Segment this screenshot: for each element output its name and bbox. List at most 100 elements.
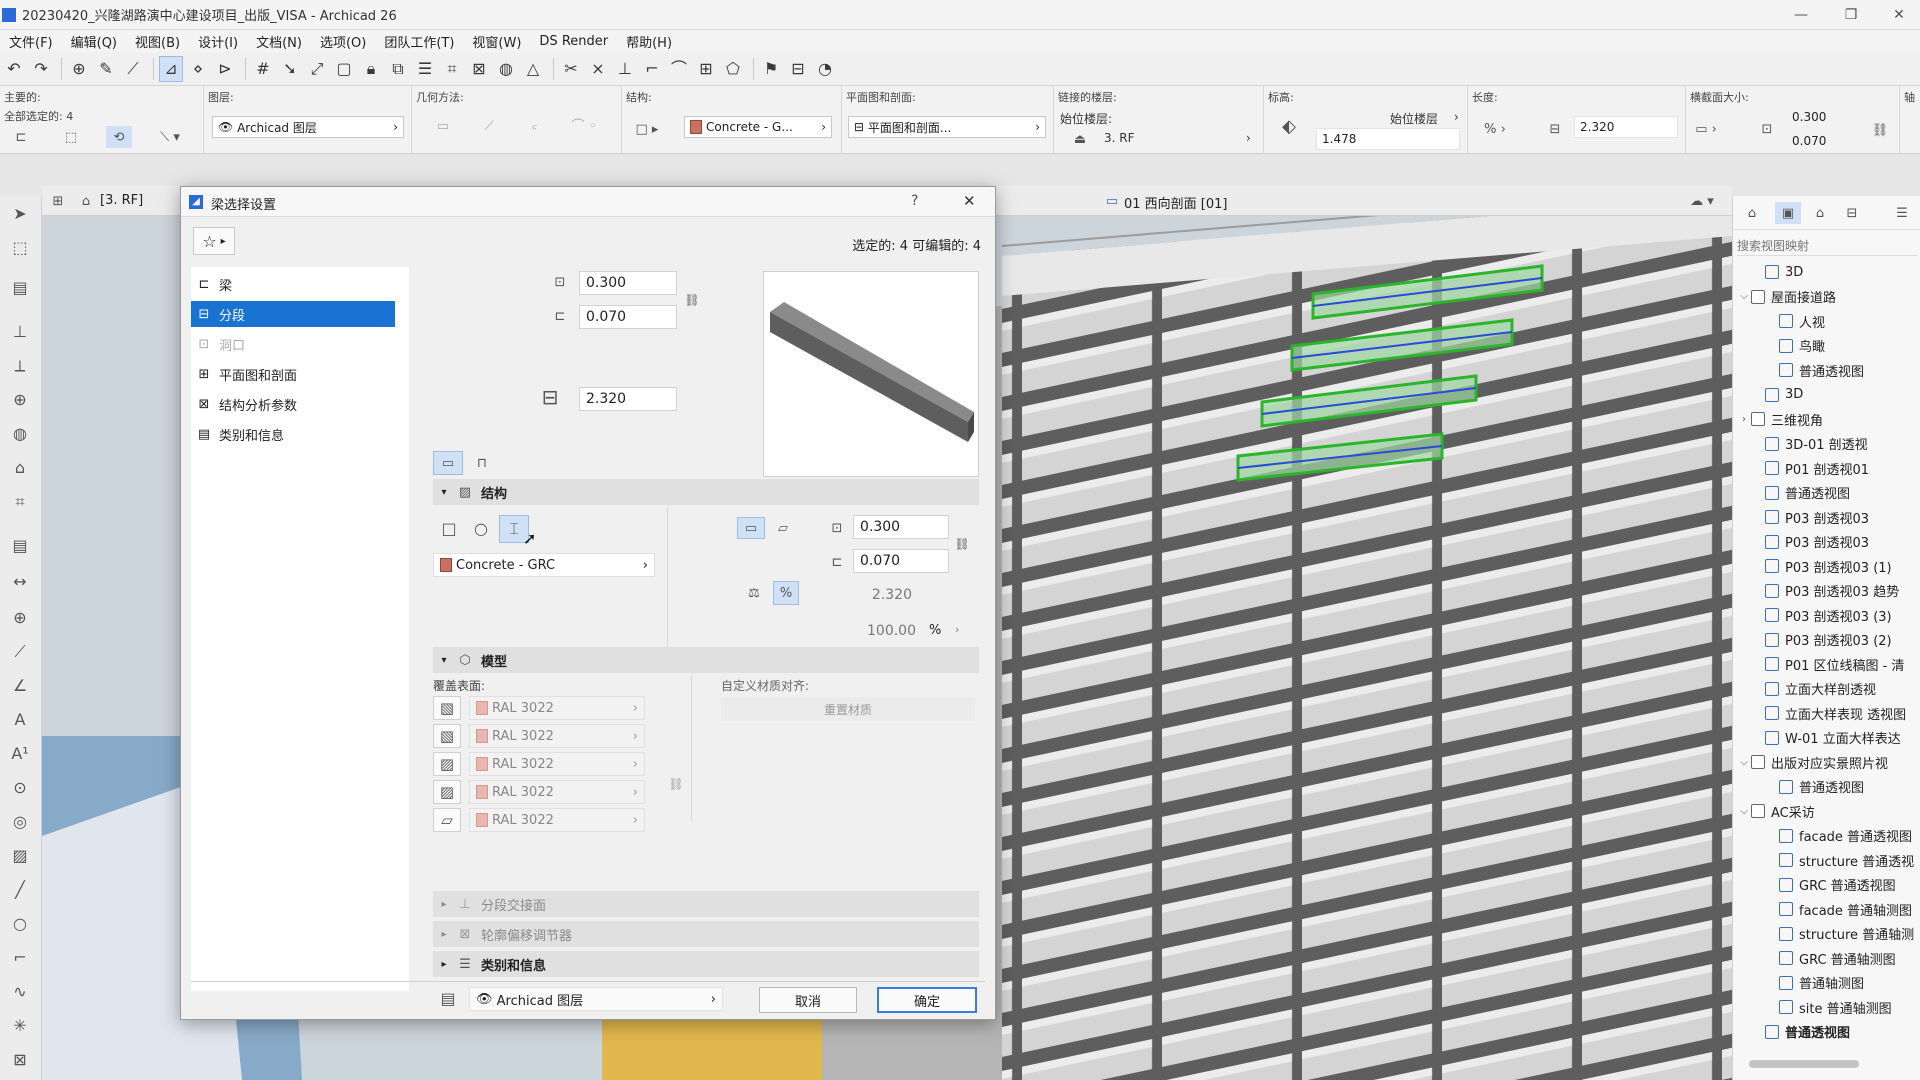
surface-material-select[interactable]: RAL 3022 ›: [469, 752, 645, 776]
expand-arrow-icon[interactable]: ⌵: [1737, 757, 1751, 768]
explode-icon[interactable]: ⬠: [721, 56, 745, 82]
view-item[interactable]: P01 剖透视01: [1733, 456, 1920, 480]
curved-beam-icon[interactable]: ⌒ ◦: [564, 120, 604, 133]
structure-section-header[interactable]: ▾ ▨ 结构: [433, 479, 979, 505]
surface-material-select[interactable]: RAL 3022 ›: [469, 780, 645, 804]
wall-icon[interactable]: ⊥: [6, 320, 34, 344]
surface-material-select[interactable]: RAL 3022 ›: [469, 724, 645, 748]
pick-up-icon[interactable]: ⊕: [67, 56, 91, 82]
group-icon[interactable]: ⧉: [386, 56, 410, 82]
chevron-right-icon[interactable]: ›: [955, 623, 959, 636]
view-item[interactable]: P03 剖透视03 (3): [1733, 603, 1920, 627]
lock-icon[interactable]: 🔒︎: [359, 56, 383, 82]
snap-guides-icon[interactable]: ⋄: [186, 56, 210, 82]
properties-icon[interactable]: ⊟: [786, 56, 810, 82]
surface-side-icon[interactable]: ▨: [433, 780, 461, 804]
view-item[interactable]: P03 剖透视03: [1733, 505, 1920, 529]
view-item[interactable]: 立面大样表现 透视图: [1733, 701, 1920, 725]
view-item[interactable]: GRC 普通轴测图: [1733, 946, 1920, 970]
view-item[interactable]: 普通透视图: [1733, 358, 1920, 382]
plan-section-dropdown[interactable]: ⊟ 平面图和剖面... ›: [848, 116, 1046, 138]
measure-icon[interactable]: ⤢: [305, 56, 329, 82]
view-item[interactable]: 3D: [1733, 260, 1920, 284]
figure-icon[interactable]: ⊠: [6, 1048, 34, 1072]
profile-modifiers-section-header[interactable]: ▸ ⊠ 轮廓偏移调节器: [433, 921, 979, 947]
classification-section-header[interactable]: ▸ ☰ 类别和信息: [433, 951, 979, 977]
view-folder[interactable]: › 三维视角: [1733, 407, 1920, 431]
roof-icon[interactable]: ⌂: [6, 456, 34, 480]
menu-ds-render[interactable]: DS Render: [530, 34, 617, 49]
view-options-icon[interactable]: ☁ ▾: [1682, 192, 1722, 210]
favorites-button[interactable]: ☆ ▸: [193, 227, 235, 255]
guide-line-icon[interactable]: ⊿: [159, 55, 183, 82]
straight-beam-icon[interactable]: ▭: [428, 120, 458, 133]
tree-item-structural-analysis[interactable]: ⊠ 结构分析参数: [191, 391, 395, 417]
menu-icon[interactable]: ☰: [1891, 204, 1913, 222]
view-item[interactable]: P03 剖透视03: [1733, 530, 1920, 554]
view-item[interactable]: site 普通轴测图: [1733, 995, 1920, 1019]
length-anchor-icon[interactable]: ⚖: [741, 581, 767, 605]
marquee-icon[interactable]: ▢: [332, 56, 356, 82]
beam-length-field[interactable]: 2.320: [579, 387, 677, 411]
level-dimension-icon[interactable]: ⊕: [6, 606, 34, 630]
home-story-select[interactable]: 始位楼层: [1390, 110, 1438, 127]
fillet-icon[interactable]: ⌒: [667, 56, 691, 82]
section-tab[interactable]: 01 西向剖面 [01]: [1124, 193, 1228, 212]
surface-side-icon[interactable]: ▧: [433, 696, 461, 720]
menu-view[interactable]: 视图(B): [126, 32, 189, 51]
chain-link-icon[interactable]: ⛓: [1872, 114, 1889, 146]
view-item[interactable]: 3D: [1733, 383, 1920, 407]
view-folder[interactable]: ⌵ 屋面接道路: [1733, 285, 1920, 309]
beam-width-field[interactable]: 0.300: [579, 271, 677, 295]
marquee-select-icon[interactable]: ⬚: [6, 236, 34, 260]
percent-toggle-icon[interactable]: %: [773, 581, 799, 605]
text-icon[interactable]: A: [6, 708, 34, 732]
circle-icon[interactable]: ○: [6, 912, 34, 936]
flag-icon[interactable]: ⚑: [759, 56, 783, 82]
menu-document[interactable]: 文档(N): [247, 32, 311, 51]
view-folder[interactable]: ⌵ 出版对应实景照片视: [1733, 750, 1920, 774]
close-window-button[interactable]: ✕: [1884, 4, 1914, 26]
document-tools-icon[interactable]: ▤: [6, 534, 34, 558]
view-item[interactable]: structure 普通轴测: [1733, 922, 1920, 946]
menu-window[interactable]: 视窗(W): [463, 32, 530, 51]
cross-section-profile-icon[interactable]: ▭ ›: [1694, 118, 1718, 140]
help-button[interactable]: ?: [911, 193, 918, 209]
layout-book-icon[interactable]: ⌂: [1809, 204, 1831, 222]
angle-dimension-icon[interactable]: ∠: [6, 674, 34, 698]
minimize-button[interactable]: —: [1786, 4, 1816, 26]
view-map-search-input[interactable]: [1737, 236, 1917, 256]
view-item[interactable]: P03 剖透视03 趋势: [1733, 579, 1920, 603]
shell-icon[interactable]: ⌗: [6, 490, 34, 514]
split-icon[interactable]: ⨯: [586, 56, 610, 82]
structure-material-select[interactable]: Concrete - GRC ›: [433, 553, 655, 577]
redo-icon[interactable]: ↷: [29, 56, 53, 82]
suspend-groups-icon[interactable]: ⊠: [467, 56, 491, 82]
home-story-value[interactable]: 3. RF: [1104, 131, 1135, 145]
footer-layer-dropdown[interactable]: 👁︎ Archicad 图层 ›: [469, 987, 723, 1011]
elevation-field[interactable]: 1.478: [1316, 128, 1460, 150]
cancel-button[interactable]: 取消: [759, 987, 857, 1013]
design-tools-icon[interactable]: ▤: [6, 276, 34, 300]
layer-dropdown[interactable]: 👁︎ Archicad 图层 ›: [212, 116, 404, 138]
view-item[interactable]: GRC 普通透视图: [1733, 873, 1920, 897]
label-icon[interactable]: A¹: [6, 742, 34, 766]
view-item[interactable]: P03 剖透视03 (2): [1733, 628, 1920, 652]
segment-junctions-section-header[interactable]: ▸ ⊥ 分段交接面: [433, 891, 979, 917]
menu-design[interactable]: 设计(I): [189, 32, 247, 51]
straight-segment-icon[interactable]: ▭: [433, 451, 463, 475]
hotspot-icon[interactable]: ✳: [6, 1014, 34, 1038]
fill-tool-icon[interactable]: ◎: [6, 810, 34, 834]
zone-icon[interactable]: △: [521, 56, 545, 82]
view-item[interactable]: 人视: [1733, 309, 1920, 333]
view-item[interactable]: 3D-01 剖透视: [1733, 432, 1920, 456]
horizontal-scrollbar[interactable]: [1749, 1060, 1859, 1068]
tapered-profile-icon[interactable]: ▱: [769, 517, 797, 539]
height-field[interactable]: 0.070: [1786, 130, 1868, 152]
menu-edit[interactable]: 编辑(Q): [62, 32, 126, 51]
beam-geometry-icon[interactable]: ⟍ ▾: [150, 126, 190, 148]
rotate-icon[interactable]: ⟲: [106, 126, 132, 148]
tree-item-classification[interactable]: ▤ 类别和信息: [191, 421, 395, 447]
syringe-icon[interactable]: ⟋: [121, 56, 145, 82]
width-field[interactable]: 0.300: [1786, 106, 1868, 128]
